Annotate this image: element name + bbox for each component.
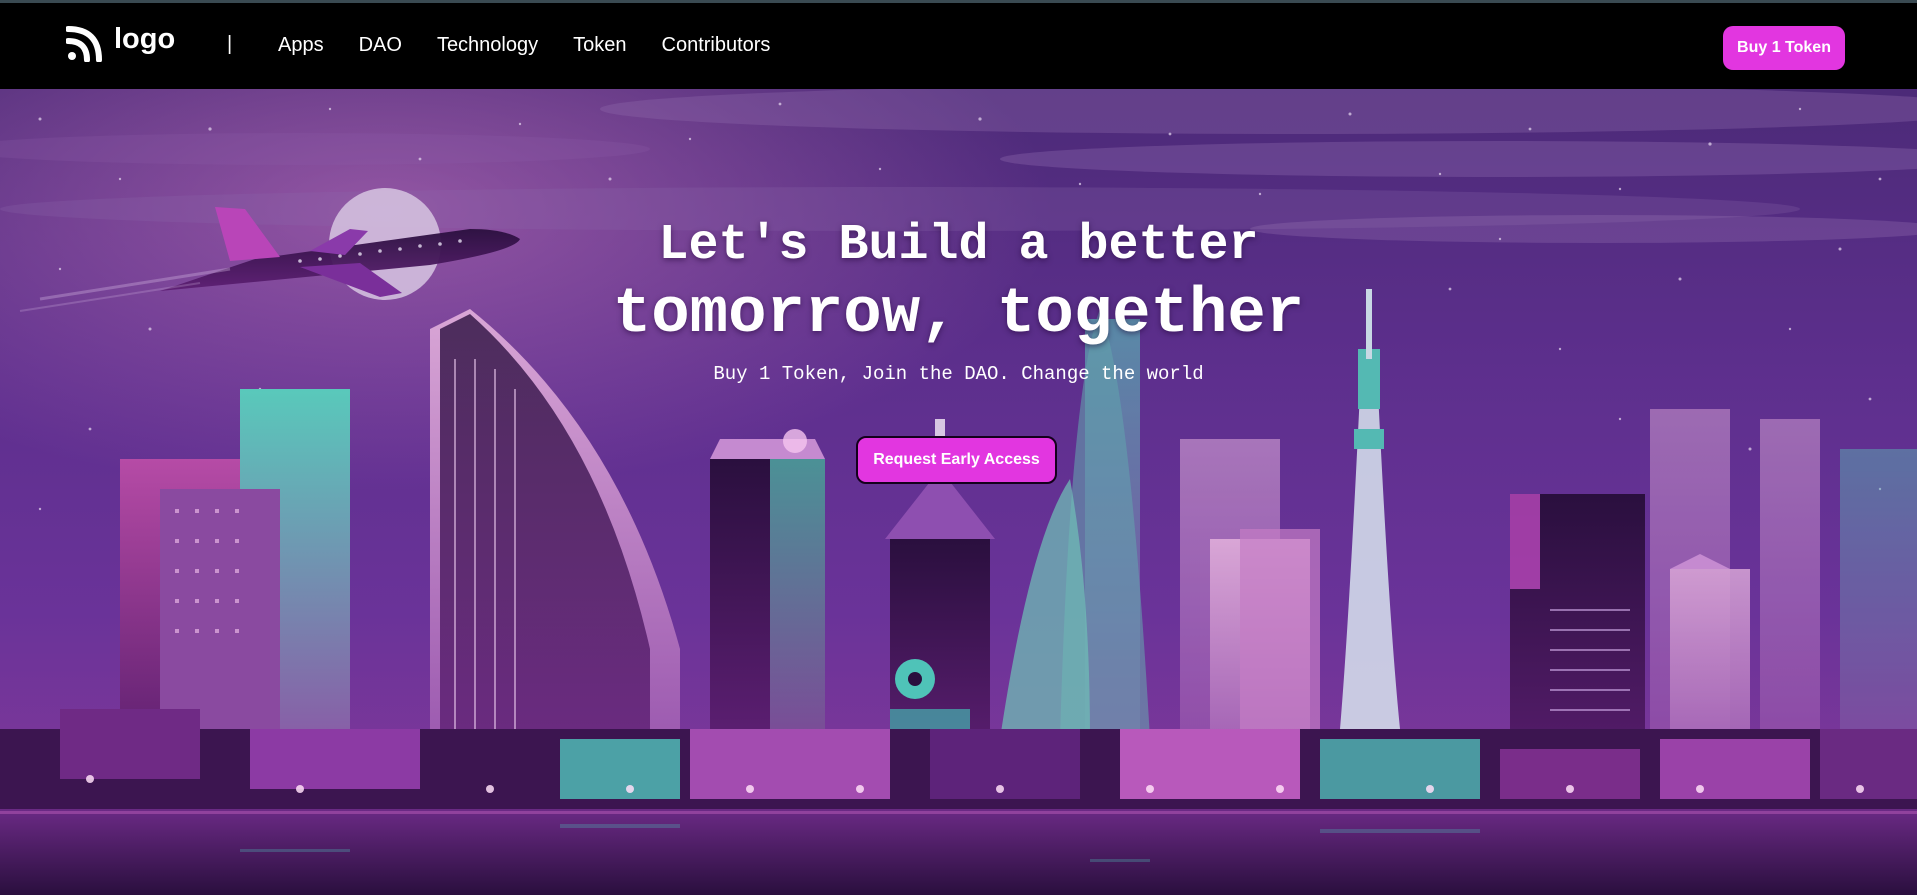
hero-title-line-2: tomorrow, together (612, 279, 1305, 351)
logo-text: logo (114, 22, 176, 55)
rss-icon (66, 26, 102, 62)
nav-link-token[interactable]: Token (573, 35, 626, 55)
nav-link-technology[interactable]: Technology (437, 35, 538, 55)
nav-link-apps[interactable]: Apps (278, 35, 324, 55)
nav-links: Apps DAO Technology Token Contributors (278, 35, 770, 55)
hero-subtitle: Buy 1 Token, Join the DAO. Change the wo… (713, 363, 1204, 385)
city-skyline-illustration (0, 89, 1917, 895)
nav-link-dao[interactable]: DAO (359, 35, 402, 55)
hero-section: Let's Build a better tomorrow, together … (0, 89, 1917, 895)
landing-page: logo | Apps DAO Technology Token Contrib… (0, 0, 1917, 895)
nav-link-contributors[interactable]: Contributors (662, 35, 771, 55)
hero-title-line-1: Let's Build a better (658, 217, 1259, 274)
request-early-access-button[interactable]: Request Early Access (856, 436, 1057, 484)
top-navbar: logo | Apps DAO Technology Token Contrib… (0, 0, 1917, 89)
logo-link[interactable]: logo (66, 22, 175, 62)
buy-token-button[interactable]: Buy 1 Token (1723, 26, 1845, 70)
nav-separator: | (227, 33, 233, 55)
